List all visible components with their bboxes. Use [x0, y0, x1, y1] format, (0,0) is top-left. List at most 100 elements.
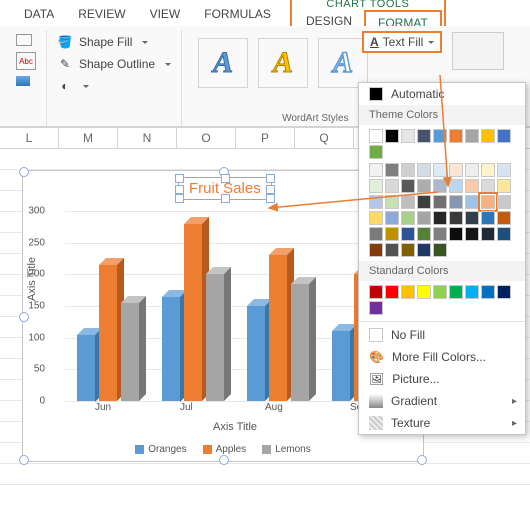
- col-header[interactable]: N: [118, 128, 177, 148]
- color-swatch[interactable]: [401, 243, 415, 257]
- color-swatch[interactable]: [401, 195, 415, 209]
- color-swatch[interactable]: [417, 163, 431, 177]
- color-swatch[interactable]: [497, 195, 511, 209]
- color-swatch[interactable]: [449, 163, 463, 177]
- color-swatch[interactable]: [481, 285, 495, 299]
- color-swatch[interactable]: [465, 163, 479, 177]
- color-swatch[interactable]: [417, 285, 431, 299]
- color-swatch[interactable]: [417, 195, 431, 209]
- chart-plot-area[interactable]: [65, 211, 405, 401]
- color-swatch[interactable]: [481, 211, 495, 225]
- color-swatch[interactable]: [401, 211, 415, 225]
- color-swatch[interactable]: [369, 243, 383, 257]
- text-fill-button[interactable]: A Text Fill: [362, 31, 442, 53]
- color-swatch[interactable]: [433, 129, 447, 143]
- color-swatch[interactable]: [369, 285, 383, 299]
- color-swatch[interactable]: [385, 227, 399, 241]
- picture-option[interactable]: 🖼 Picture...: [359, 368, 525, 390]
- color-swatch[interactable]: [369, 129, 383, 143]
- wordart-style-3[interactable]: A: [318, 38, 368, 88]
- automatic-option[interactable]: Automatic: [359, 83, 525, 105]
- color-swatch[interactable]: [401, 227, 415, 241]
- color-swatch[interactable]: [385, 195, 399, 209]
- color-swatch[interactable]: [433, 227, 447, 241]
- x-axis-title[interactable]: Axis Title: [213, 421, 257, 433]
- color-swatch[interactable]: [449, 285, 463, 299]
- color-swatch[interactable]: [497, 129, 511, 143]
- wordart-gallery[interactable]: A A A: [188, 32, 378, 94]
- color-swatch[interactable]: [433, 179, 447, 193]
- color-swatch[interactable]: [369, 163, 383, 177]
- color-swatch[interactable]: [465, 129, 479, 143]
- shape-fill-button[interactable]: 🪣Shape Fill: [53, 32, 175, 52]
- styles-button-1[interactable]: [12, 32, 40, 48]
- color-swatch[interactable]: [465, 179, 479, 193]
- color-swatch[interactable]: [369, 227, 383, 241]
- tab-data[interactable]: DATA: [12, 3, 66, 26]
- col-header[interactable]: O: [177, 128, 236, 148]
- col-header[interactable]: P: [236, 128, 295, 148]
- color-swatch[interactable]: [417, 243, 431, 257]
- color-swatch[interactable]: [385, 129, 399, 143]
- color-swatch[interactable]: [417, 211, 431, 225]
- color-swatch[interactable]: [481, 163, 495, 177]
- color-swatch[interactable]: [385, 285, 399, 299]
- color-swatch[interactable]: [369, 211, 383, 225]
- color-swatch[interactable]: [369, 301, 383, 315]
- color-swatch[interactable]: [369, 145, 383, 159]
- shape-outline-button[interactable]: ✎Shape Outline: [53, 54, 175, 74]
- color-swatch[interactable]: [385, 243, 399, 257]
- color-swatch[interactable]: [401, 129, 415, 143]
- color-swatch[interactable]: [385, 179, 399, 193]
- color-swatch[interactable]: [449, 179, 463, 193]
- color-swatch[interactable]: [449, 129, 463, 143]
- color-swatch[interactable]: [449, 195, 463, 209]
- color-swatch[interactable]: [433, 285, 447, 299]
- wordart-style-1[interactable]: A: [198, 38, 248, 88]
- more-fill-colors-option[interactable]: 🎨 More Fill Colors...: [359, 346, 525, 368]
- color-swatch[interactable]: [497, 163, 511, 177]
- color-swatch[interactable]: [497, 227, 511, 241]
- color-swatch[interactable]: [449, 211, 463, 225]
- col-header[interactable]: L: [0, 128, 59, 148]
- tab-formulas[interactable]: FORMULAS: [192, 3, 283, 26]
- texture-option[interactable]: Texture: [359, 412, 525, 434]
- minibar-icon[interactable]: [452, 32, 504, 70]
- color-swatch[interactable]: [433, 195, 447, 209]
- color-swatch[interactable]: [481, 227, 495, 241]
- color-swatch[interactable]: [401, 285, 415, 299]
- color-swatch[interactable]: [417, 129, 431, 143]
- color-swatch[interactable]: [433, 163, 447, 177]
- no-fill-option[interactable]: No Fill: [359, 324, 525, 346]
- color-swatch[interactable]: [401, 163, 415, 177]
- color-swatch[interactable]: [433, 243, 447, 257]
- styles-button-2[interactable]: Abc: [12, 50, 40, 72]
- color-swatch[interactable]: [481, 195, 495, 209]
- color-swatch[interactable]: [497, 211, 511, 225]
- color-swatch[interactable]: [401, 179, 415, 193]
- color-swatch[interactable]: [465, 211, 479, 225]
- color-swatch[interactable]: [369, 179, 383, 193]
- color-swatch[interactable]: [481, 129, 495, 143]
- color-swatch[interactable]: [497, 179, 511, 193]
- color-swatch[interactable]: [369, 195, 383, 209]
- color-swatch[interactable]: [497, 285, 511, 299]
- legend-item[interactable]: Oranges: [135, 444, 186, 455]
- tab-view[interactable]: VIEW: [138, 3, 193, 26]
- chart-title[interactable]: Fruit Sales: [178, 177, 272, 200]
- chart-legend[interactable]: OrangesApplesLemons: [23, 444, 423, 455]
- color-swatch[interactable]: [465, 195, 479, 209]
- shape-effects-button[interactable]: ◐: [53, 76, 175, 96]
- tab-review[interactable]: REVIEW: [66, 3, 137, 26]
- color-swatch[interactable]: [465, 285, 479, 299]
- color-swatch[interactable]: [465, 227, 479, 241]
- col-header[interactable]: M: [59, 128, 118, 148]
- styles-button-3[interactable]: [12, 74, 40, 88]
- color-swatch[interactable]: [481, 179, 495, 193]
- wordart-style-2[interactable]: A: [258, 38, 308, 88]
- color-swatch[interactable]: [417, 227, 431, 241]
- color-swatch[interactable]: [417, 179, 431, 193]
- color-swatch[interactable]: [385, 211, 399, 225]
- legend-item[interactable]: Apples: [203, 444, 247, 455]
- color-swatch[interactable]: [385, 163, 399, 177]
